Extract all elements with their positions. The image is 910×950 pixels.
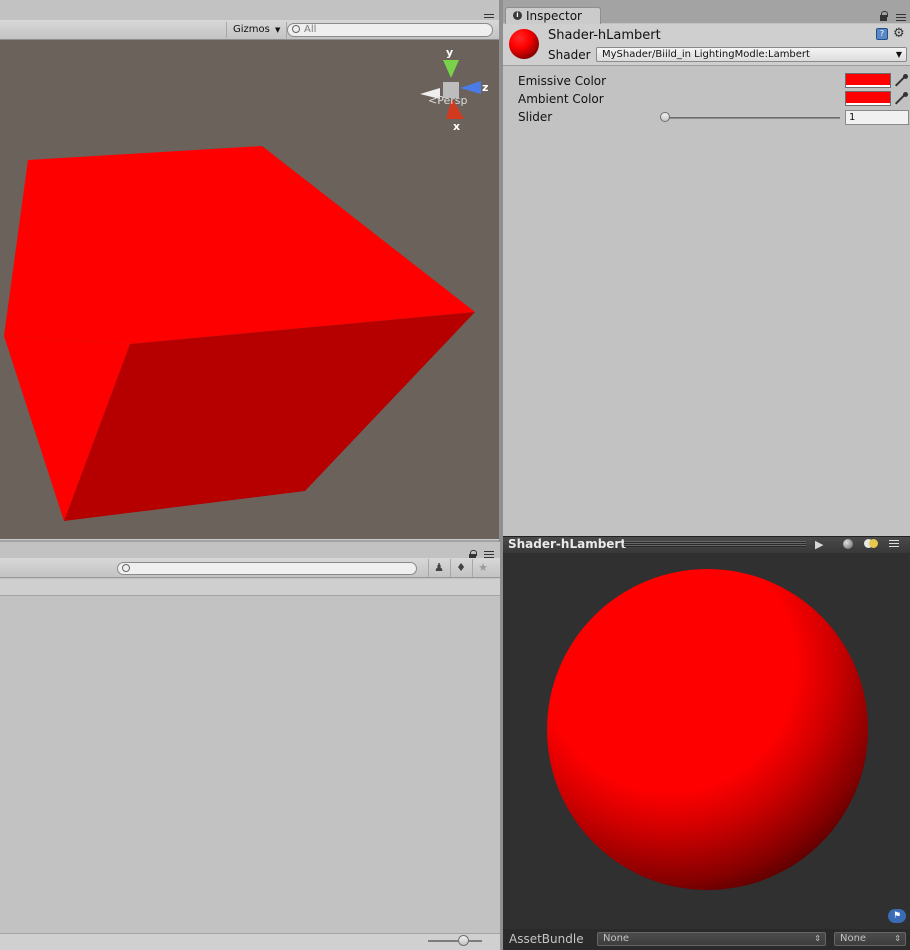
search-icon [122, 564, 130, 572]
z-axis-cone-icon[interactable] [460, 81, 481, 94]
scene-search-input[interactable]: All [287, 23, 493, 37]
emissive-color-fill [846, 74, 890, 85]
assetbundle-variant-value: None [840, 933, 867, 944]
filter-by-type-icon[interactable]: ♟ [428, 559, 449, 577]
projection-label: Persp [437, 94, 468, 107]
scene-tab-bar [0, 0, 500, 20]
gizmos-dropdown[interactable]: Gizmos ▼ [226, 22, 288, 38]
ambient-color-fill [846, 92, 890, 103]
eyedropper-icon[interactable] [894, 92, 908, 106]
project-file-list[interactable] [0, 597, 500, 933]
material-thumbnail [509, 29, 539, 59]
dropdown-arrow-icon: ▼ [275, 26, 281, 34]
persp-chevron-icon: < [428, 94, 438, 107]
slider-label: Slider [518, 110, 553, 124]
projection-toggle[interactable]: <Persp [428, 94, 467, 107]
eyedropper-icon[interactable] [894, 74, 908, 88]
cube-top-face [4, 146, 475, 344]
info-icon: i [513, 11, 522, 20]
tab-inspector[interactable]: i Inspector [505, 7, 601, 24]
asset-label-tag-icon[interactable]: ⚑ [888, 909, 906, 923]
updown-arrow-icon: ⇕ [894, 934, 901, 943]
slider-thumb[interactable] [660, 112, 670, 122]
play-icon[interactable]: ▶ [815, 538, 823, 551]
assetbundle-name-value: None [603, 933, 630, 944]
inspector-lock-icon[interactable] [880, 11, 888, 22]
y-axis-label: y [446, 46, 453, 59]
chevron-down-icon: ▼ [895, 50, 902, 59]
slider-track[interactable] [664, 117, 840, 119]
scene-toolbar: Gizmos ▼ All [0, 20, 500, 40]
assetbundle-variant-dropdown[interactable]: None ⇕ [834, 932, 906, 946]
inspector-tab-label: Inspector [526, 9, 582, 23]
material-name: Shader-hLambert [548, 28, 661, 43]
shader-dropdown[interactable]: MyShader/Biild_in LightingModle:Lambert … [596, 47, 907, 62]
updown-arrow-icon: ⇕ [814, 934, 821, 943]
preview-menu-icon[interactable] [889, 540, 899, 548]
z-axis-label: z [482, 81, 488, 94]
shader-value: MyShader/Biild_in LightingModle:Lambert [602, 49, 810, 60]
shader-label: Shader [548, 48, 591, 62]
filter-by-label-icon[interactable]: ♦ [450, 559, 471, 577]
help-icon[interactable]: ? [876, 28, 888, 40]
preview-lights-icon[interactable] [864, 539, 878, 549]
assetbundle-label: AssetBundle [509, 932, 584, 946]
inspector-menu-icon[interactable] [896, 14, 906, 22]
preview-title: Shader-hLambert [508, 537, 627, 551]
ambient-color-label: Ambient Color [518, 92, 604, 106]
gear-icon[interactable]: ⚙ [893, 26, 905, 41]
slider-value-field[interactable]: 1 [845, 110, 909, 125]
scene-search-placeholder: All [304, 24, 317, 35]
preview-mesh-sphere-icon[interactable] [843, 539, 853, 549]
x-axis-label: x [453, 120, 460, 133]
orientation-gizmo[interactable]: y z x [412, 44, 496, 136]
ambient-color-swatch[interactable] [845, 91, 891, 106]
favorite-star-icon[interactable]: ★ [472, 559, 493, 577]
search-icon [292, 25, 300, 33]
y-axis-cone-icon[interactable] [443, 60, 459, 78]
assetbundle-name-dropdown[interactable]: None ⇕ [597, 932, 826, 946]
gizmos-label: Gizmos [233, 24, 270, 35]
preview-sphere [547, 569, 868, 890]
icon-size-slider-track[interactable] [428, 940, 482, 942]
preview-drag-handle[interactable] [624, 541, 806, 547]
project-search-input[interactable] [117, 562, 417, 575]
emissive-color-swatch[interactable] [845, 73, 891, 88]
project-breadcrumb-bar [0, 579, 500, 596]
project-footer [0, 933, 500, 950]
emissive-color-label: Emissive Color [518, 74, 607, 88]
